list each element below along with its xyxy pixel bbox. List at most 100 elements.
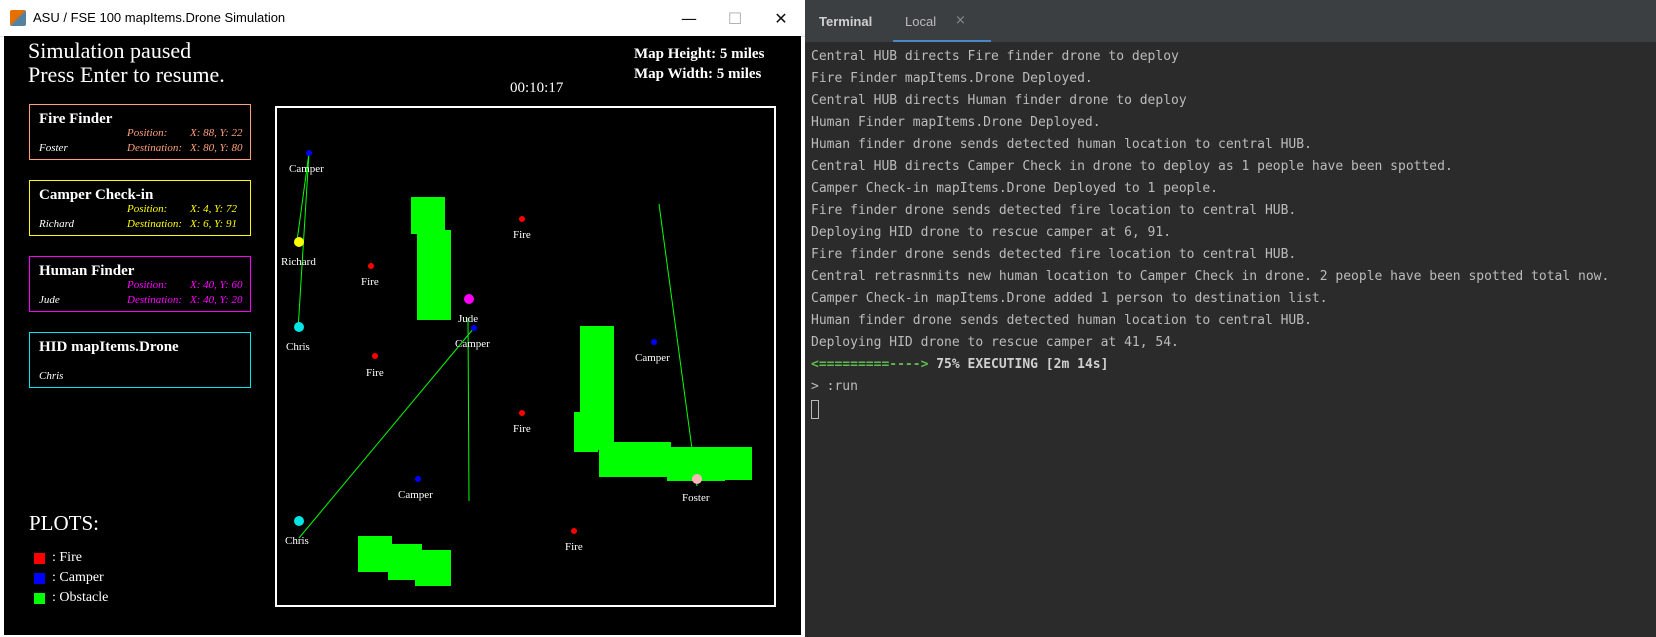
- terminal-line: Human Finder mapItems.Drone Deployed.: [811, 115, 1101, 130]
- drone-richard-marker: [294, 237, 304, 247]
- camper-label: Camper: [289, 163, 324, 175]
- fire-point: [519, 216, 525, 222]
- destination-value: X: 80, Y: 80: [190, 142, 243, 154]
- terminal-line: Camper Check-in mapItems.Drone added 1 p…: [811, 291, 1328, 306]
- chris-label: Chris: [286, 341, 310, 353]
- position-value: X: 40, Y: 60: [190, 279, 243, 291]
- camper-point: [415, 476, 421, 482]
- fire-point: [571, 528, 577, 534]
- drone-chris-marker: [294, 516, 304, 526]
- map-labels: Camper Richard Chris Chris Fire Fire Fir…: [281, 163, 710, 553]
- terminal-line: Fire finder drone sends detected fire lo…: [811, 203, 1297, 218]
- drone-card-hid: HID mapItems.Drone Chris: [29, 332, 251, 388]
- chris-label: Chris: [285, 535, 309, 547]
- terminal-prompt: > :run: [811, 379, 858, 394]
- flight-path: [298, 327, 475, 539]
- drone-name: Fire Finder: [39, 111, 113, 127]
- fire-point: [519, 410, 525, 416]
- text-cursor: [811, 400, 819, 419]
- obstacle: [415, 550, 451, 586]
- drone-chris-marker: [294, 322, 304, 332]
- obstacle: [417, 230, 451, 320]
- simulation-timer: 00:10:17: [510, 80, 564, 96]
- position-value: X: 88, Y: 22: [190, 127, 243, 139]
- terminal-line: Central HUB directs Human finder drone t…: [811, 93, 1187, 108]
- drone-pilot: Foster: [39, 142, 68, 154]
- progress-text: 75% EXECUTING [2m 14s]: [928, 357, 1109, 372]
- destination-label: Destination:: [127, 218, 182, 230]
- camper-swatch: [34, 573, 45, 584]
- status-resume-hint: Press Enter to resume.: [28, 62, 225, 87]
- position-label: Position:: [127, 127, 168, 139]
- fire-label: Fire: [513, 423, 531, 435]
- drone-pilot: Richard: [39, 218, 75, 230]
- terminal-line: Central HUB directs Fire finder drone to…: [811, 49, 1179, 64]
- tab-local[interactable]: Local ×: [893, 0, 991, 42]
- obstacle: [358, 536, 392, 572]
- progress-bar: <=========---->: [811, 357, 929, 372]
- simulation-canvas[interactable]: Simulation paused Press Enter to resume.…: [4, 36, 801, 635]
- destination-value: X: 6, Y: 91: [190, 218, 237, 230]
- map-height-label: Map Height: 5 miles: [634, 46, 765, 62]
- tab-local-label: Local: [905, 14, 937, 29]
- fire-point: [372, 353, 378, 359]
- simulation-map[interactable]: Camper Richard Chris Chris Fire Fire Fir…: [275, 106, 776, 607]
- terminal-line: Camper Check-in mapItems.Drone Deployed …: [811, 181, 1218, 196]
- drone-card-camper-check-in: Camper Check-in Position: X: 4, Y: 72 Ri…: [29, 180, 251, 236]
- fire-point: [368, 263, 374, 269]
- fire-label: Fire: [361, 276, 379, 288]
- obstacle: [574, 412, 598, 452]
- drone-pilot: Jude: [39, 294, 60, 306]
- fire-label: Fire: [513, 229, 531, 241]
- legend-label: : Camper: [52, 570, 104, 585]
- terminal-panel: Terminal Local × Central HUB directs Fir…: [805, 0, 1656, 637]
- close-button[interactable]: ✕: [758, 0, 804, 36]
- status-paused: Simulation paused: [28, 38, 192, 63]
- fire-label: Fire: [565, 541, 583, 553]
- drone-pilot: Chris: [39, 370, 64, 382]
- maximize-button[interactable]: ☐: [712, 0, 758, 36]
- progress-line: <=========----> 75% EXECUTING [2m 14s]: [811, 354, 1651, 376]
- obstacle: [599, 442, 671, 477]
- simulation-window: ASU / FSE 100 mapItems.Drone Simulation …: [0, 0, 805, 637]
- camper-label: Camper: [455, 338, 490, 350]
- position-value: X: 4, Y: 72: [190, 203, 237, 215]
- terminal-line: Deploying HID drone to rescue camper at …: [811, 225, 1172, 240]
- tab-close-icon[interactable]: ×: [955, 13, 966, 28]
- map-drawing: Camper Richard Chris Chris Fire Fire Fir…: [281, 150, 752, 586]
- terminal-line: Fire Finder mapItems.Drone Deployed.: [811, 71, 1093, 86]
- terminal-title: Terminal: [819, 14, 873, 29]
- camper-point: [651, 339, 657, 345]
- window-titlebar[interactable]: ASU / FSE 100 mapItems.Drone Simulation …: [0, 0, 805, 37]
- camper-point: [306, 150, 312, 156]
- richard-label: Richard: [281, 256, 316, 268]
- obstacles: [358, 197, 752, 586]
- drone-name: Human Finder: [39, 263, 135, 279]
- terminal-line: Deploying HID drone to rescue camper at …: [811, 335, 1179, 350]
- terminal-line: Human finder drone sends detected human …: [811, 313, 1312, 328]
- java-app-icon: [10, 10, 26, 26]
- destination-label: Destination:: [127, 294, 182, 306]
- obstacle: [717, 447, 752, 480]
- jude-label: Jude: [458, 313, 478, 325]
- window-title: ASU / FSE 100 mapItems.Drone Simulation: [33, 10, 286, 25]
- terminal-output[interactable]: Central HUB directs Fire finder drone to…: [811, 46, 1651, 420]
- fire-swatch: [34, 553, 45, 564]
- minimize-button[interactable]: —: [666, 0, 712, 36]
- legend-label: : Fire: [52, 550, 82, 565]
- fire-label: Fire: [366, 367, 384, 379]
- obstacle-swatch: [34, 593, 45, 604]
- terminal-tabbar: Terminal Local ×: [805, 0, 1656, 42]
- terminal-line: Human finder drone sends detected human …: [811, 137, 1312, 152]
- fire-points: [368, 216, 577, 534]
- drone-foster-marker: [692, 474, 702, 484]
- terminal-line: Fire finder drone sends detected fire lo…: [811, 247, 1297, 262]
- camper-label: Camper: [635, 352, 670, 364]
- map-width-label: Map Width: 5 miles: [634, 66, 762, 82]
- destination-label: Destination:: [127, 142, 182, 154]
- foster-label: Foster: [682, 492, 710, 504]
- obstacle: [411, 197, 445, 234]
- flight-paths: [296, 152, 698, 539]
- drone-card-human-finder: Human Finder Position: X: 40, Y: 60 Jude…: [29, 256, 251, 312]
- terminal-input-line[interactable]: [811, 398, 1651, 420]
